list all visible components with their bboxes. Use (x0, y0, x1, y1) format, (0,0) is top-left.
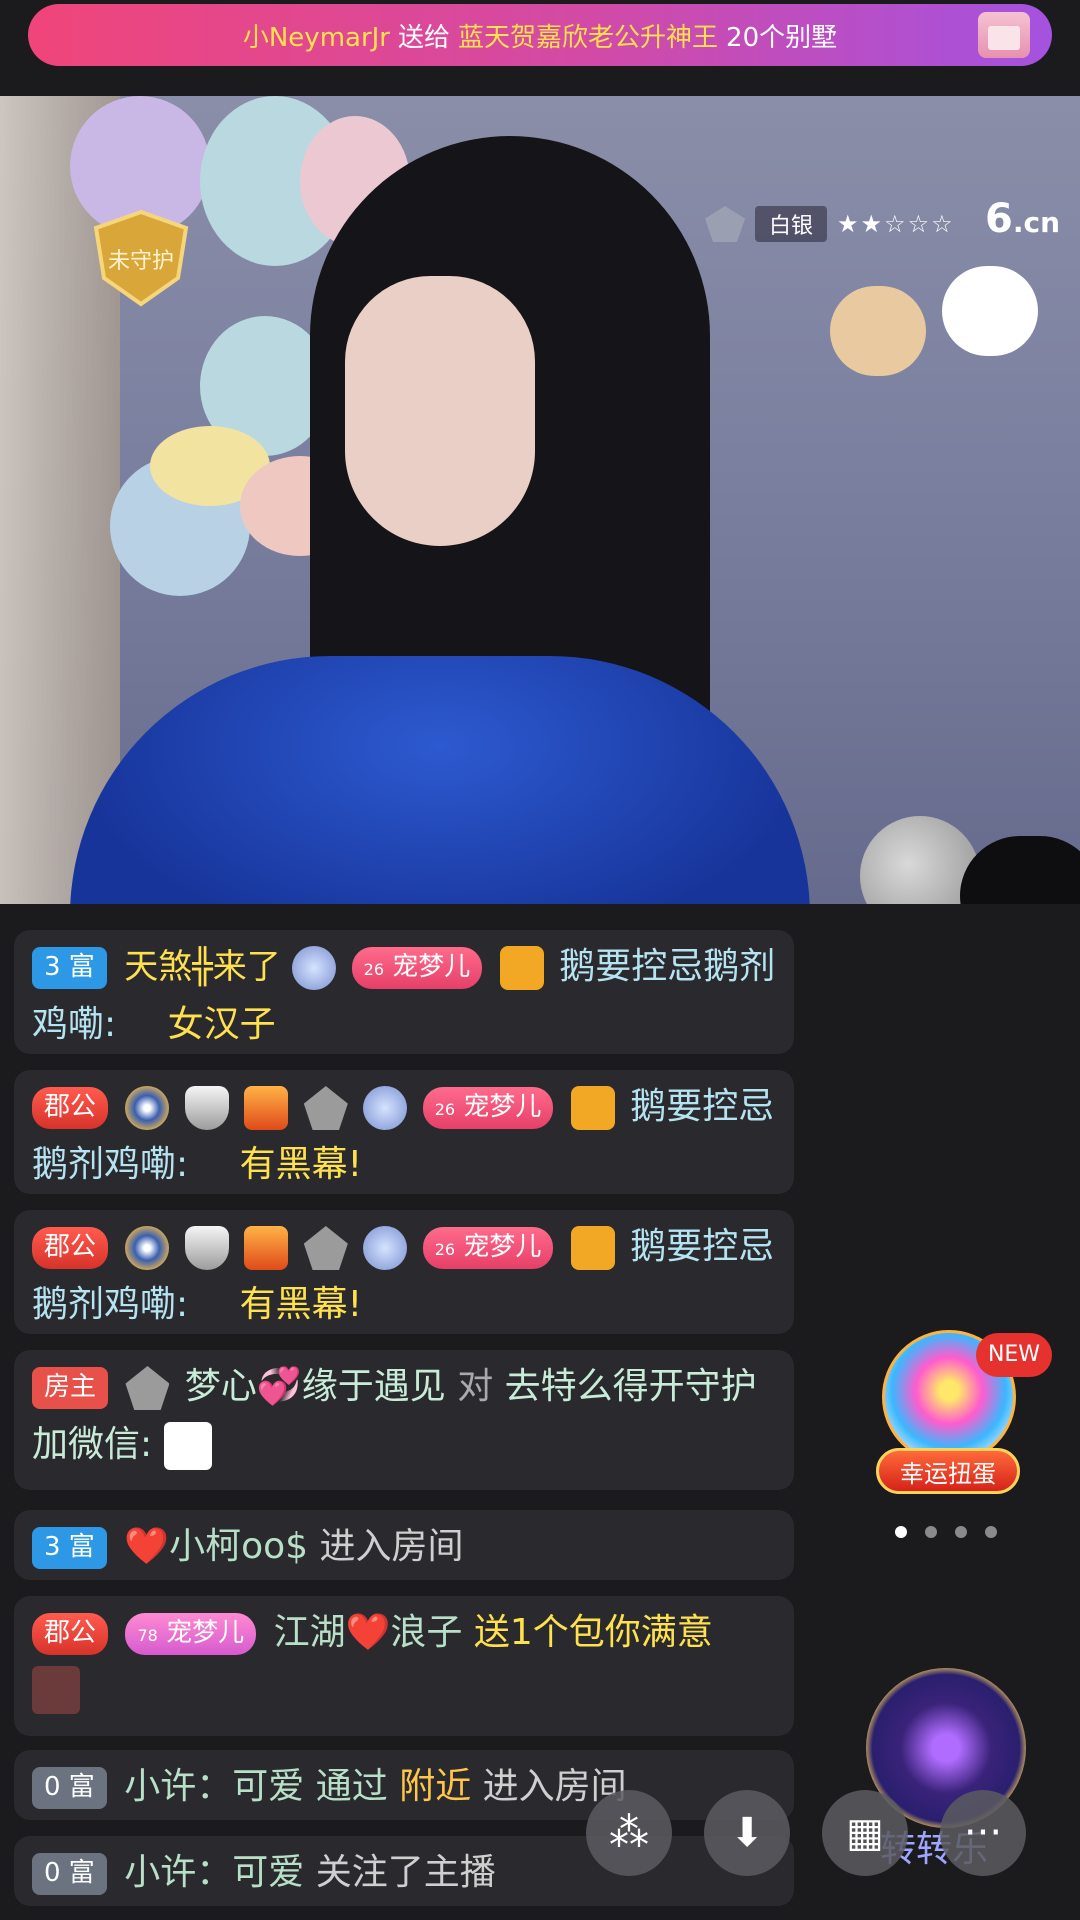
rank-badge: 白银 ★★☆☆☆ (705, 206, 955, 242)
user-icon (570, 1086, 615, 1130)
chat-message: 3 富 天煞╬来了 26 宠梦儿 鹅要控忌鹅剂鸡嘞: 女汉子 (14, 930, 794, 1054)
wealth-badge: 0 富 (32, 1853, 107, 1895)
pet-badge: 26 宠梦儿 (351, 947, 483, 989)
bear-rabbit-sticker (830, 266, 1060, 426)
chat-message: 郡公 26 宠梦儿 鹅要控忌鹅剂鸡嘞: 有黑幕! (14, 1210, 794, 1334)
chat-message: 0 富 小许：可爱 关注了主播 (14, 1836, 794, 1906)
guard-shield-icon[interactable]: 未守护 (86, 208, 196, 308)
carousel-dot[interactable] (925, 1526, 937, 1538)
chat-mid: 对 (457, 1366, 494, 1407)
chat-mid: 通过 (315, 1766, 388, 1807)
chat-location: 附近 (399, 1766, 472, 1807)
user-icon (499, 946, 544, 990)
banner-gift: 20个别墅 (726, 22, 838, 53)
chat-message: 郡公 78 宠梦儿 江湖❤️浪子 送1个包你满意 (14, 1596, 794, 1736)
carousel-dot[interactable] (985, 1526, 997, 1538)
rank-medal-icon (303, 1086, 348, 1130)
chat-username[interactable]: 小许：可爱 (124, 1766, 304, 1807)
new-tag: NEW (976, 1333, 1052, 1377)
star-medal-icon (125, 1086, 170, 1130)
wealth-badge: 3 富 (32, 947, 107, 989)
pet-badge: 26 宠梦儿 (422, 1227, 554, 1269)
banner-receiver: 蓝天贺嘉欣老公升神王 (458, 22, 719, 53)
rank-label: 白银 (755, 206, 828, 242)
chat-text: 有黑幕! (239, 1144, 363, 1185)
guard-level-icon (184, 1086, 229, 1130)
gift-banner[interactable]: 小NeymarJr 送给 蓝天贺嘉欣老公升神王 20个别墅 (28, 4, 1052, 66)
chat-username[interactable]: 梦心💞缘于遇见 (185, 1366, 446, 1407)
silver-rank-icon (705, 206, 745, 242)
rank-medal-icon (125, 1366, 170, 1410)
chat-text: 送1个包你满意 (473, 1612, 713, 1653)
noble-badge: 郡公 (32, 1613, 109, 1655)
handbag-gift-icon (32, 1666, 80, 1714)
site-logo: 6.cn (985, 196, 1061, 242)
user-icon (570, 1226, 615, 1270)
chat-username[interactable]: 小许：可爱 (124, 1852, 304, 1893)
carousel-dot[interactable] (895, 1526, 907, 1538)
noble-badge: 郡公 (32, 1227, 109, 1269)
noble-badge: 郡公 (32, 1087, 109, 1129)
chat-text: 有黑幕! (239, 1284, 363, 1325)
wechat-avatar-icon (163, 1422, 212, 1470)
chat-message: 3 富 ❤️小柯oo$ 进入房间 (14, 1510, 794, 1580)
pet-badge: 26 宠梦儿 (422, 1087, 554, 1129)
heart-medal-icon (363, 1226, 408, 1270)
fan-medal-icon (244, 1226, 289, 1270)
star-medal-icon (125, 1226, 170, 1270)
entrance-effect: 天煞╬来了 (124, 947, 281, 987)
heart-medal-icon (363, 1086, 408, 1130)
wealth-badge: 0 富 (32, 1767, 107, 1809)
rank-medal-icon (303, 1226, 348, 1270)
more-button[interactable]: ··· (940, 1790, 1026, 1876)
heart-medal-icon (292, 946, 337, 990)
banner-sender: 小NeymarJr (242, 22, 390, 53)
plush-toy (960, 836, 1080, 904)
carousel-dots[interactable] (895, 1526, 997, 1538)
chat-text: 进入房间 (319, 1526, 464, 1567)
share-button[interactable]: ⁂ (586, 1790, 672, 1876)
chat-text: 关注了主播 (315, 1852, 496, 1893)
streamer-face (345, 276, 535, 546)
pet-badge: 78 宠梦儿 (125, 1613, 257, 1655)
chat-text: 女汉子 (167, 1004, 276, 1045)
guard-level-icon (184, 1226, 229, 1270)
gacha-label: 幸运扭蛋 (876, 1448, 1020, 1494)
villa-gift-icon (978, 12, 1030, 58)
wealth-badge: 3 富 (32, 1527, 107, 1569)
fan-medal-icon (244, 1086, 289, 1130)
carousel-dot[interactable] (955, 1526, 967, 1538)
live-video[interactable]: 未守护 白银 ★★☆☆☆ 6.cn (0, 96, 1080, 904)
rank-stars: ★★☆☆☆ (837, 210, 955, 238)
chat-username[interactable]: ❤️小柯oo$ (124, 1526, 308, 1567)
grid-menu-button[interactable]: ▦ (822, 1790, 908, 1876)
host-badge: 房主 (32, 1367, 109, 1409)
svg-text:未守护: 未守护 (108, 249, 174, 274)
chat-message: 郡公 26 宠梦儿 鹅要控忌鹅剂鸡嘞: 有黑幕! (14, 1070, 794, 1194)
chat-message: 0 富 小许：可爱 通过 附近 进入房间 (14, 1750, 794, 1820)
banner-verb: 送给 (398, 22, 451, 53)
chat-username[interactable]: 江湖❤️浪子 (274, 1612, 463, 1653)
download-button[interactable]: ⬇ (704, 1790, 790, 1876)
chat-message: 房主 梦心💞缘于遇见 对 去特么得开守护加微信: (14, 1350, 794, 1490)
